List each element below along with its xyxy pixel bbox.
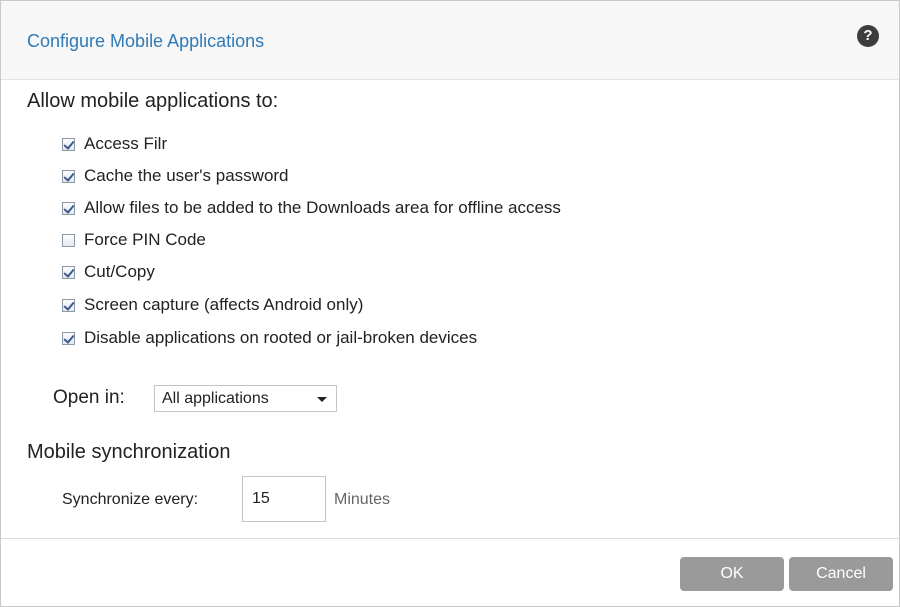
disable-rooted-checkbox[interactable] (62, 331, 75, 345)
dialog-header: Configure Mobile Applications ? (1, 1, 899, 80)
sync-heading: Mobile synchronization (27, 441, 231, 463)
option-label: Cache the user's password (84, 166, 289, 185)
open-in-label: Open in: (53, 387, 125, 408)
sync-unit-label: Minutes (334, 491, 391, 508)
open-in-selected-value: All applications (162, 389, 269, 407)
screen-capture-checkbox[interactable] (62, 298, 75, 312)
option-access-filr[interactable]: Access Filr (62, 134, 167, 154)
offline-downloads-checkbox[interactable] (62, 201, 75, 215)
sync-interval-input[interactable] (242, 476, 326, 522)
open-in-select[interactable]: All applications (154, 385, 337, 412)
option-force-pin[interactable]: Force PIN Code (62, 230, 206, 250)
option-label: Screen capture (affects Android only) (84, 295, 364, 314)
force-pin-checkbox[interactable] (62, 233, 75, 247)
cut-copy-checkbox[interactable] (62, 265, 75, 279)
question-mark-circle-icon[interactable]: ? (857, 25, 879, 47)
cancel-button[interactable]: Cancel (789, 557, 893, 591)
permissions-heading: Allow mobile applications to: (27, 90, 279, 112)
option-cache-password[interactable]: Cache the user's password (62, 166, 289, 186)
option-cut-copy[interactable]: Cut/Copy (62, 262, 155, 282)
option-offline-downloads[interactable]: Allow files to be added to the Downloads… (62, 198, 561, 218)
ok-button[interactable]: OK (680, 557, 784, 591)
chevron-down-icon (317, 397, 327, 402)
footer-divider (1, 538, 899, 539)
dialog-title: Configure Mobile Applications (27, 31, 265, 51)
option-label: Cut/Copy (84, 262, 155, 281)
configure-mobile-apps-dialog: Configure Mobile Applications ? Allow mo… (0, 0, 900, 607)
option-label: Access Filr (84, 134, 168, 153)
option-disable-rooted[interactable]: Disable applications on rooted or jail-b… (62, 328, 477, 348)
option-screen-capture[interactable]: Screen capture (affects Android only) (62, 295, 363, 315)
option-label: Allow files to be added to the Downloads… (84, 198, 561, 217)
access-filr-checkbox[interactable] (62, 137, 75, 151)
option-label: Disable applications on rooted or jail-b… (84, 328, 478, 347)
sync-interval-label: Synchronize every: (62, 491, 199, 508)
cache-password-checkbox[interactable] (62, 169, 75, 183)
option-label: Force PIN Code (84, 230, 206, 249)
